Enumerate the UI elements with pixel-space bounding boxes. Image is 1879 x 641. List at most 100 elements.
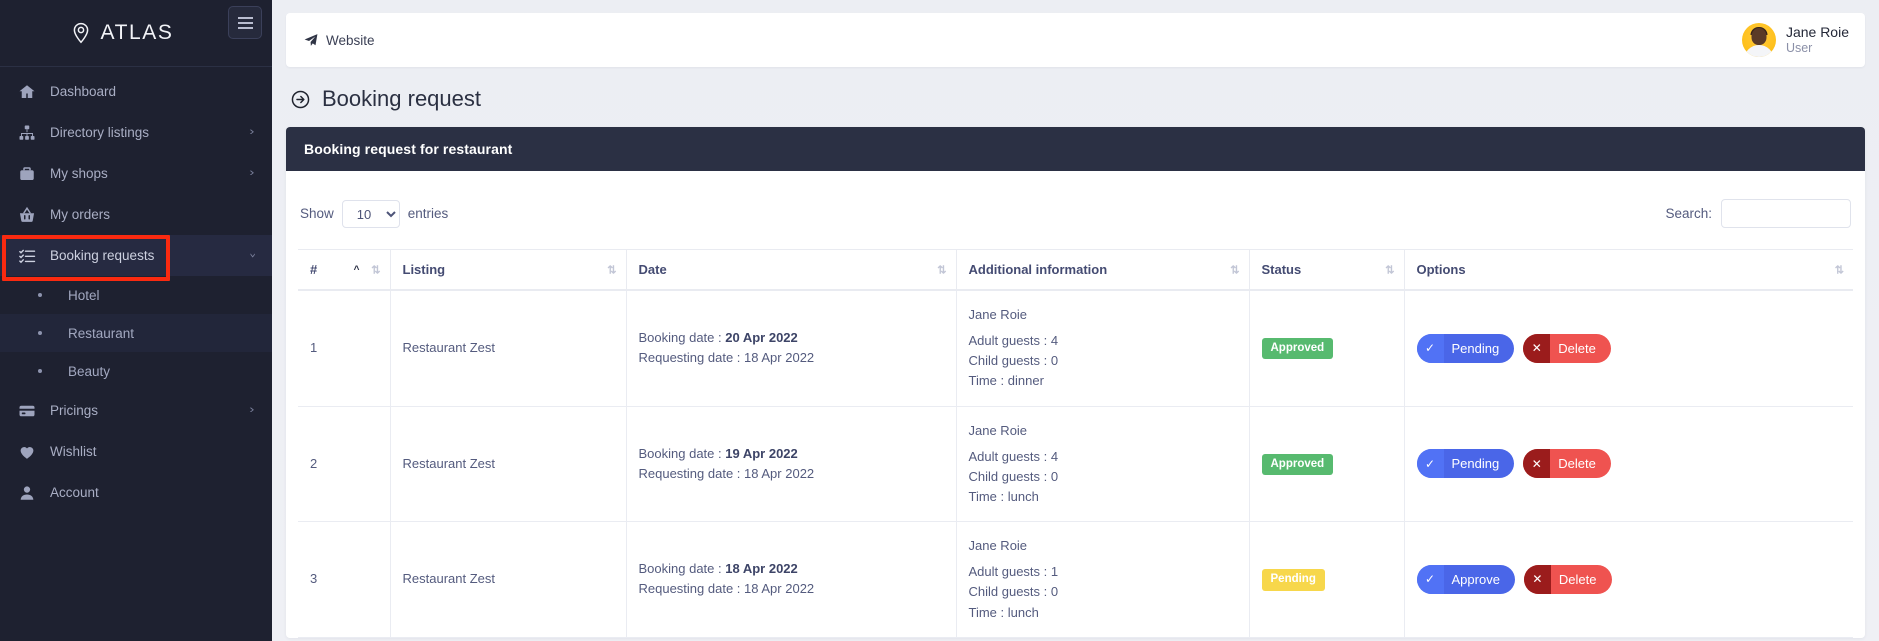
sidebar-header: ATLAS [0,0,272,66]
delete-button[interactable]: ✕ Delete [1523,333,1611,363]
child-label: Child guests : [968,353,1048,369]
sidebar-subitem-beauty[interactable]: Beauty [0,352,272,390]
sidebar-item-wishlist[interactable]: Wishlist [0,431,272,472]
website-link[interactable]: Website [304,33,375,48]
requesting-date-value: 18 Apr 2022 [744,465,815,481]
sort-icon: ⇅ [1385,264,1394,276]
table-row: 3 Restaurant Zest Booking date : 18 Apr 20… [298,521,1853,638]
column-header-listing[interactable]: Listing ⇅ [389,249,626,291]
sidebar-item-label: My shops [50,166,108,181]
delete-button[interactable]: ✕ Delete [1523,449,1611,479]
cell-listing: Restaurant Zest [389,406,626,523]
cell-index: 3 [298,521,390,638]
guest-name: Jane Roie [968,538,1028,554]
user-icon [16,482,37,503]
adult-guests-line: Adult guests : 4 [969,331,1237,351]
sidebar: ATLAS Dashboard Directory listings › My … [0,0,272,641]
time-label: Time : [968,373,1005,389]
time-value: dinner [1007,373,1044,389]
cell-status: Approved [1248,406,1404,523]
close-icon: ✕ [1523,564,1551,594]
delete-label: Delete [1558,340,1596,356]
requesting-date-line: Requesting date : 18 Apr 2022 [639,579,944,599]
row-actions: ✓ Pending ✕ Delete [1416,449,1842,479]
panel-title: Booking request for restaurant [286,127,1865,171]
briefcase-icon [16,163,37,184]
close-icon: ✕ [1523,449,1551,479]
sidebar-item-my-orders[interactable]: My orders [0,194,272,235]
sidebar-subitem-restaurant[interactable]: Restaurant [0,314,272,352]
guest-name: Jane Roie [968,307,1028,322]
column-label: Status [1261,262,1302,277]
sidebar-item-my-shops[interactable]: My shops › [0,153,272,194]
delete-button[interactable]: ✕ Delete [1523,564,1612,594]
sidebar-item-directory-listings[interactable]: Directory listings › [0,112,272,153]
sidebar-item-label: Dashboard [50,84,117,99]
hamburger-bar [237,16,253,19]
map-pin-icon [69,21,93,45]
cell-options: ✓ Pending ✕ Delete [1403,290,1853,407]
cell-listing: Restaurant Zest [389,521,626,638]
search-control: Search: [1665,199,1851,228]
sort-icon: ⇅ [1230,264,1239,276]
sidebar-item-dashboard[interactable]: Dashboard [0,71,272,112]
column-header-additional-information[interactable]: Additional information ⇅ [955,249,1249,291]
user-menu[interactable]: Jane Roie User [1741,23,1849,57]
main-content: Website Jane Roie User Booking request B… [272,0,1879,641]
paper-plane-icon [304,33,318,47]
table-row: 2 Restaurant Zest Booking date : 19 Apr 20… [298,406,1853,523]
cell-date: Booking date : 19 Apr 2022 Requesting dat… [625,406,956,523]
sidebar-item-pricings[interactable]: Pricings › [0,390,272,431]
topbar: Website Jane Roie User [286,13,1865,67]
adult-value: 4 [1050,333,1059,349]
sidebar-toggle-button[interactable] [228,6,262,39]
column-header-status[interactable]: Status ⇅ [1248,249,1404,291]
child-label: Child guests : [968,468,1048,484]
booking-date-value: 20 Apr 2022 [725,330,798,346]
search-input[interactable] [1721,199,1851,228]
page-length-select[interactable]: 102550100 [341,199,400,228]
time-label: Time : [968,604,1005,620]
check-icon: ✓ [1416,564,1444,594]
delete-label: Delete [1558,456,1596,472]
time-label: Time : [968,488,1005,504]
approve-toggle-button[interactable]: ✓ Pending [1416,333,1515,363]
adult-value: 4 [1050,448,1059,464]
booking-date-label: Booking date : [638,445,722,461]
home-icon [16,81,37,102]
column-header-options[interactable]: Options ⇅ [1403,249,1853,291]
website-label: Website [326,32,375,48]
booking-date-line: Booking date : 20 Apr 2022 [639,328,944,348]
sort-icon: ⇅ [371,264,380,276]
adult-label: Adult guests : [968,333,1048,349]
cell-additional-information: Jane Roie Adult guests : 4 Child guests : … [955,290,1249,407]
sidebar-subitem-hotel[interactable]: Hotel [0,276,272,314]
bullet-icon [38,293,42,297]
cell-index: 2 [298,406,390,523]
sidebar-item-label: Directory listings [50,125,150,140]
sidebar-item-account[interactable]: Account [0,472,272,513]
datatable-controls: Show 102550100 entries Search: [298,199,1853,228]
adult-label: Adult guests : [968,448,1048,464]
approve-toggle-button[interactable]: ✓ Approve [1416,564,1515,594]
brand-name: ATLAS [100,21,174,44]
table-row: 1 Restaurant Zest Booking date : 20 Apr 20… [298,290,1853,407]
hamburger-bar [237,21,253,24]
chevron-right-icon: › [249,404,255,416]
entries-label: entries [407,206,449,221]
sidebar-item-label: Account [50,485,99,500]
requesting-date-line: Requesting date : 18 Apr 2022 [639,464,944,484]
avatar-head [1751,28,1767,46]
booking-date-line: Booking date : 19 Apr 2022 [639,444,944,464]
column-header-index[interactable]: # ^ ⇅ [298,249,390,291]
adult-guests-line: Adult guests : 4 [969,447,1237,467]
sort-icon: ⇅ [607,264,616,276]
time-value: lunch [1007,488,1039,504]
column-header-date[interactable]: Date ⇅ [625,249,956,291]
arrow-circle-right-icon [290,89,311,110]
child-value: 0 [1050,353,1059,369]
approve-toggle-button[interactable]: ✓ Pending [1416,449,1515,479]
sidebar-item-booking-requests[interactable]: Booking requests › [0,235,272,281]
cell-index: 1 [298,290,390,407]
approve-toggle-label: Pending [1451,340,1500,356]
